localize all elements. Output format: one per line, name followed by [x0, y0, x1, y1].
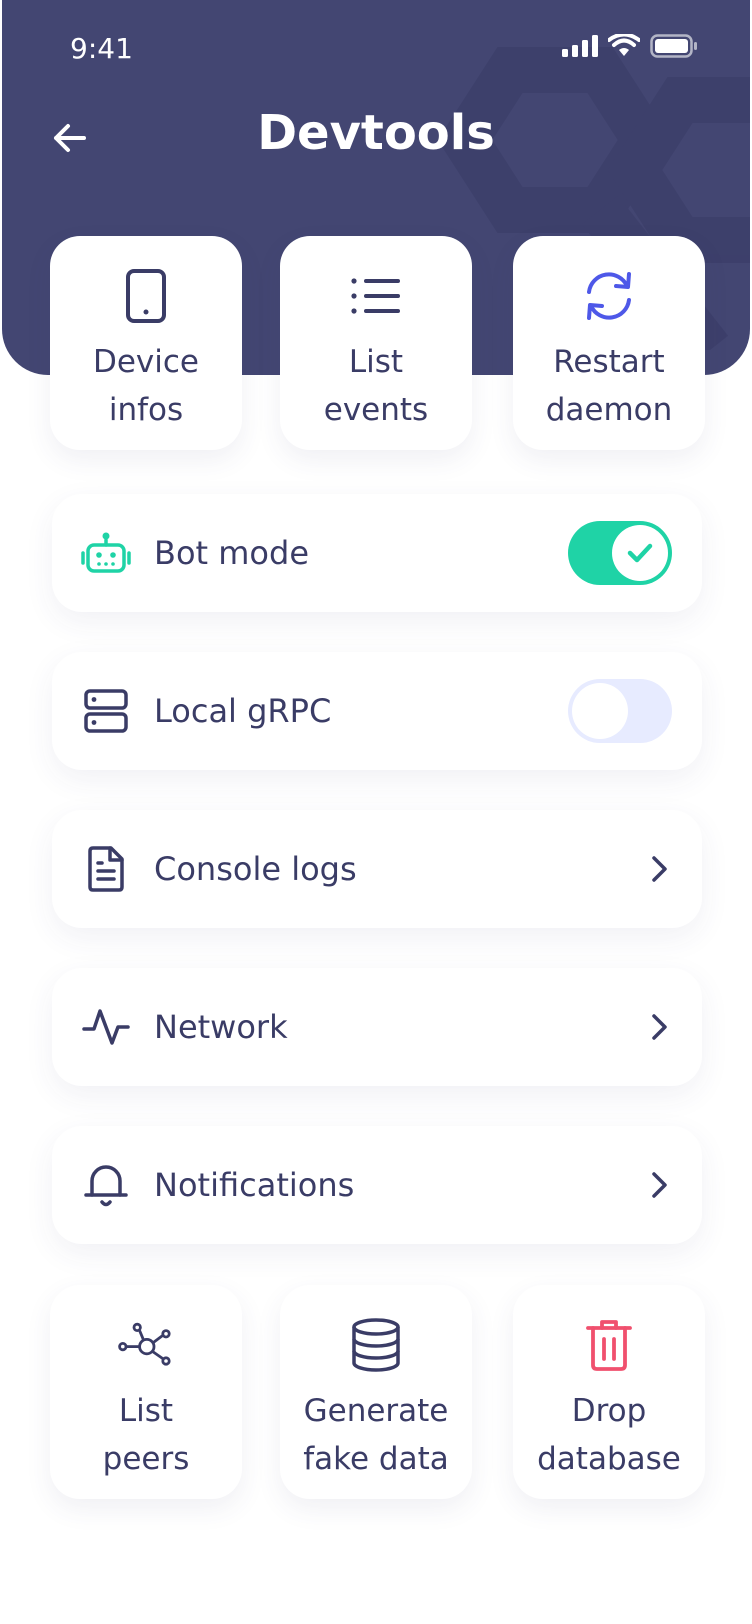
- bot-mode-toggle[interactable]: [568, 521, 672, 585]
- smartphone-icon: [126, 269, 166, 323]
- drop-database-button[interactable]: Drop database: [513, 1285, 705, 1499]
- robot-icon: [81, 532, 131, 573]
- local-grpc-row: Local gRPC: [52, 652, 702, 770]
- device-infos-label: Device infos: [92, 344, 200, 428]
- toggle-knob: [572, 683, 628, 739]
- toggle-knob: [612, 525, 668, 581]
- restart-daemon-label: Restart daemon: [545, 344, 673, 428]
- bot-mode-label: Bot mode: [154, 534, 309, 572]
- check-icon: [627, 543, 653, 563]
- file-text-icon: [88, 846, 124, 892]
- network-label: Network: [154, 1008, 288, 1046]
- bell-icon: [84, 1165, 128, 1207]
- notifications-label: Notifications: [154, 1166, 355, 1204]
- console-logs-label: Console logs: [154, 850, 357, 888]
- list-icon: [351, 278, 400, 314]
- list-peers-button[interactable]: List peers: [50, 1285, 242, 1499]
- bot-mode-row: Bot mode: [52, 494, 702, 612]
- notifications-row[interactable]: Notifications: [52, 1126, 702, 1244]
- refresh-icon: [587, 272, 631, 320]
- chevron-right-icon: [652, 856, 667, 882]
- status-icons: [562, 34, 698, 58]
- local-grpc-label: Local gRPC: [154, 692, 332, 730]
- list-events-label: List events: [323, 344, 429, 428]
- generate-fake-data-button[interactable]: Generate fake data: [280, 1285, 472, 1499]
- status-time: 9:41: [70, 32, 133, 65]
- device-infos-button[interactable]: Device infos: [50, 236, 242, 450]
- page-title: Devtools: [257, 105, 495, 161]
- generate-fake-data-label: Generate fake data: [303, 1393, 449, 1477]
- battery-icon: [650, 34, 697, 58]
- console-logs-row[interactable]: Console logs: [52, 810, 702, 928]
- local-grpc-toggle[interactable]: [568, 679, 672, 743]
- network-row[interactable]: Network: [52, 968, 702, 1086]
- restart-daemon-button[interactable]: Restart daemon: [513, 236, 705, 450]
- network-icon: [118, 1322, 171, 1366]
- chevron-right-icon: [652, 1172, 667, 1198]
- wifi-icon: [608, 34, 640, 56]
- list-events-button[interactable]: List events: [280, 236, 472, 450]
- cellular-signal-icon: [562, 35, 598, 57]
- chevron-right-icon: [652, 1014, 667, 1040]
- server-icon: [84, 689, 128, 733]
- database-icon: [352, 1318, 400, 1372]
- drop-database-label: Drop database: [537, 1393, 681, 1477]
- trash-icon: [586, 1320, 632, 1371]
- list-peers-label: List peers: [102, 1393, 190, 1477]
- activity-icon: [82, 1009, 130, 1045]
